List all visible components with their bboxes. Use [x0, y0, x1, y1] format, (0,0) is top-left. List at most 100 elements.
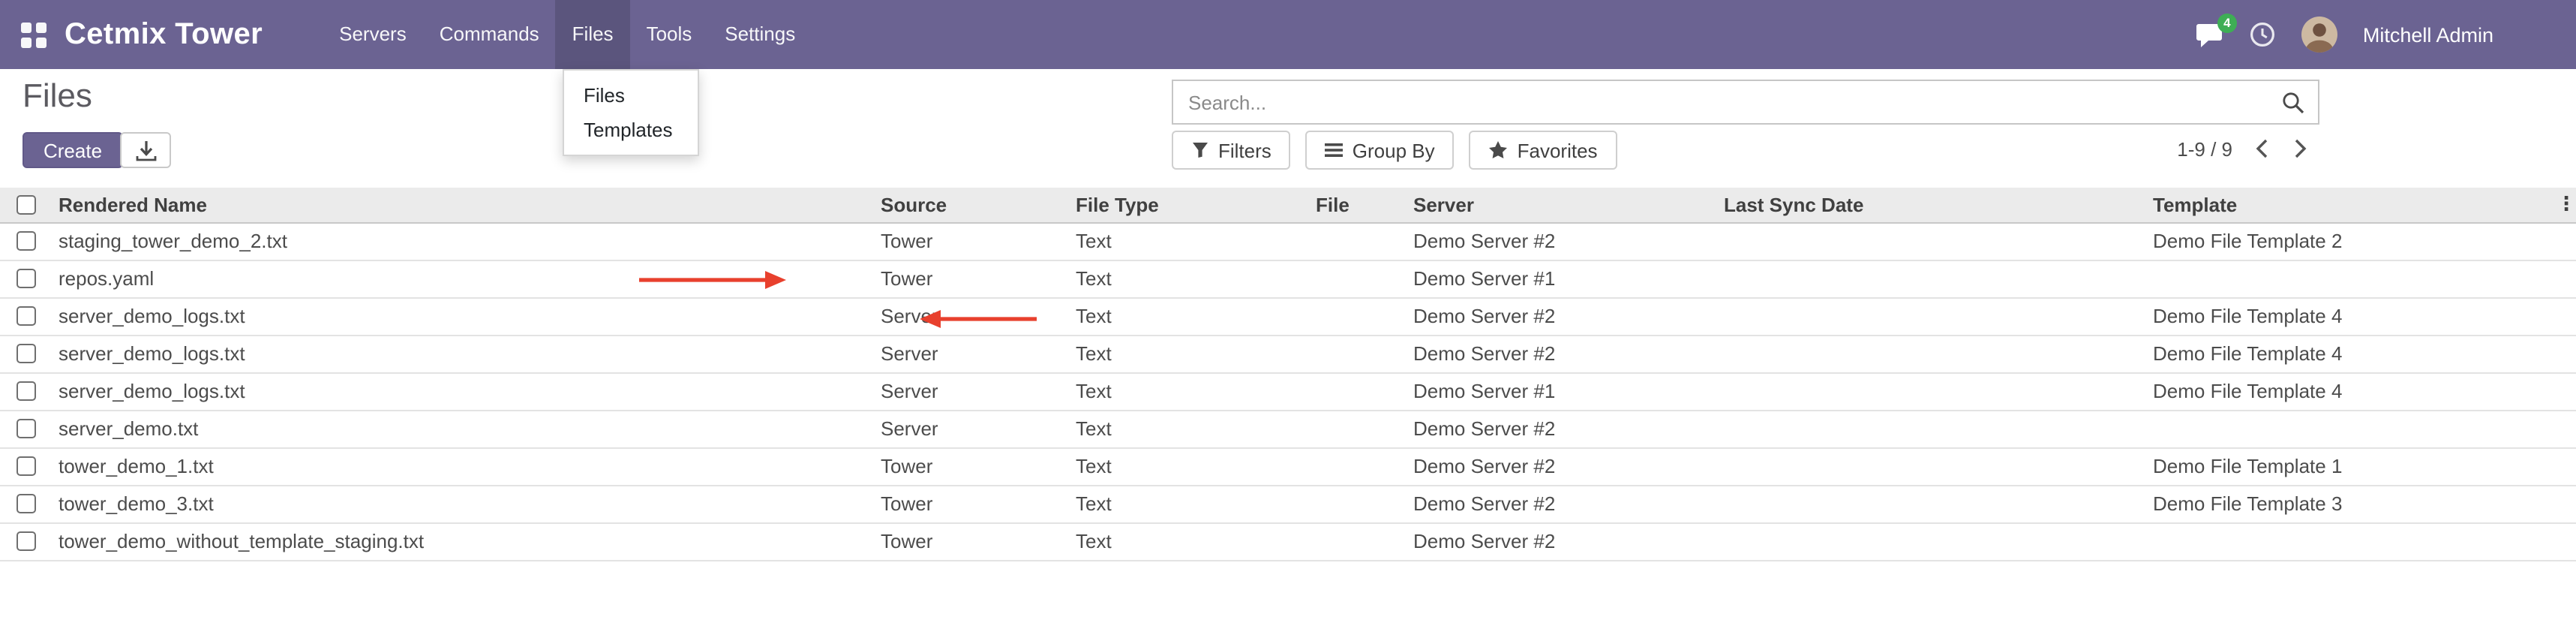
cell-rendered-name: tower_demo_1.txt	[53, 447, 875, 485]
col-header-last-sync[interactable]: Last Sync Date	[1718, 188, 2147, 222]
table-row[interactable]: server_demo_logs.txt Server Text Demo Se…	[0, 335, 2576, 372]
menu-item-files[interactable]: Files	[556, 0, 630, 69]
apps-grid-icon[interactable]	[21, 22, 47, 47]
main-menu: Servers Commands Files Tools Settings	[323, 0, 812, 69]
col-header-source[interactable]: Source	[875, 188, 1070, 222]
table-row[interactable]: staging_tower_demo_2.txt Tower Text Demo…	[0, 222, 2576, 260]
favorites-button[interactable]: Favorites	[1470, 131, 1617, 170]
cell-template: Demo File Template 4	[2147, 372, 2550, 410]
cell-source: Server	[875, 372, 1070, 410]
cell-spacer	[2550, 522, 2576, 560]
cell-template	[2147, 410, 2550, 447]
menu-item-tools[interactable]: Tools	[630, 0, 709, 69]
row-checkbox[interactable]	[17, 344, 36, 363]
files-table: Rendered Name Source File Type File Serv…	[0, 188, 2576, 561]
cell-rendered-name: tower_demo_3.txt	[53, 485, 875, 522]
col-header-server[interactable]: Server	[1407, 188, 1718, 222]
favorites-label: Favorites	[1518, 139, 1598, 161]
cell-last-sync	[1718, 522, 2147, 560]
row-checkbox[interactable]	[17, 269, 36, 288]
col-header-template[interactable]: Template	[2147, 188, 2550, 222]
col-header-file[interactable]: File	[1310, 188, 1407, 222]
funnel-icon	[1191, 141, 1209, 159]
menu-item-servers[interactable]: Servers	[323, 0, 423, 69]
optional-columns-toggle[interactable]: ⋮	[2556, 193, 2576, 215]
cell-template: Demo File Template 3	[2147, 485, 2550, 522]
cell-source: Tower	[875, 447, 1070, 485]
brand-title[interactable]: Cetmix Tower	[65, 17, 263, 52]
menu-item-settings[interactable]: Settings	[708, 0, 812, 69]
table-row[interactable]: server_demo_logs.txt Server Text Demo Se…	[0, 297, 2576, 335]
row-checkbox[interactable]	[17, 231, 36, 251]
select-all-cell	[0, 188, 53, 222]
cell-template	[2147, 260, 2550, 297]
cell-file-type: Text	[1070, 297, 1310, 335]
row-checkbox[interactable]	[17, 381, 36, 401]
cell-file	[1310, 297, 1407, 335]
row-checkbox[interactable]	[17, 419, 36, 438]
dropdown-item-templates[interactable]: Templates	[564, 113, 698, 147]
cell-spacer	[2550, 372, 2576, 410]
col-header-rendered-name[interactable]: Rendered Name	[53, 188, 875, 222]
cell-source: Tower	[875, 485, 1070, 522]
cell-last-sync	[1718, 485, 2147, 522]
pager-previous-button[interactable]	[2252, 135, 2271, 162]
dropdown-item-files[interactable]: Files	[564, 78, 698, 113]
select-all-checkbox[interactable]	[17, 195, 36, 215]
row-checkbox[interactable]	[17, 494, 36, 513]
menu-item-commands[interactable]: Commands	[423, 0, 556, 69]
download-button[interactable]	[120, 132, 171, 168]
cell-file-type: Text	[1070, 410, 1310, 447]
cell-template	[2147, 522, 2550, 560]
cell-file-type: Text	[1070, 260, 1310, 297]
cell-rendered-name: server_demo.txt	[53, 410, 875, 447]
cell-source: Tower	[875, 222, 1070, 260]
cell-spacer	[2550, 485, 2576, 522]
table-row[interactable]: server_demo.txt Server Text Demo Server …	[0, 410, 2576, 447]
row-checkbox[interactable]	[17, 531, 36, 551]
group-by-button[interactable]: Group By	[1306, 131, 1455, 170]
row-checkbox[interactable]	[17, 456, 36, 476]
messages-badge: 4	[2217, 13, 2237, 32]
messages-icon[interactable]: 4	[2195, 22, 2223, 47]
cell-spacer	[2550, 222, 2576, 260]
avatar[interactable]	[2301, 17, 2337, 53]
cell-file	[1310, 335, 1407, 372]
cell-spacer	[2550, 410, 2576, 447]
cell-file-type: Text	[1070, 485, 1310, 522]
cell-rendered-name: server_demo_logs.txt	[53, 297, 875, 335]
cell-server: Demo Server #2	[1407, 485, 1718, 522]
search-input[interactable]	[1173, 91, 2282, 113]
cell-spacer	[2550, 260, 2576, 297]
filters-button[interactable]: Filters	[1172, 131, 1291, 170]
app-root: Cetmix Tower Servers Commands Files Tool…	[0, 0, 2576, 626]
systray: 4 Mitchell Admin	[2195, 17, 2576, 53]
search-icon[interactable]	[2282, 91, 2318, 113]
cell-server: Demo Server #2	[1407, 297, 1718, 335]
cell-file-type: Text	[1070, 372, 1310, 410]
pager-next-button[interactable]	[2291, 135, 2310, 162]
cell-file	[1310, 485, 1407, 522]
row-checkbox[interactable]	[17, 306, 36, 326]
table-row[interactable]: tower_demo_3.txt Tower Text Demo Server …	[0, 485, 2576, 522]
create-button[interactable]: Create	[23, 132, 123, 168]
group-by-label: Group By	[1353, 139, 1435, 161]
cell-file-type: Text	[1070, 447, 1310, 485]
table-row[interactable]: tower_demo_without_template_staging.txt …	[0, 522, 2576, 560]
table-row[interactable]: tower_demo_1.txt Tower Text Demo Server …	[0, 447, 2576, 485]
cell-last-sync	[1718, 260, 2147, 297]
optional-columns-cell: ⋮	[2550, 188, 2576, 222]
cell-rendered-name: server_demo_logs.txt	[53, 335, 875, 372]
cell-checkbox	[0, 260, 53, 297]
col-header-file-type[interactable]: File Type	[1070, 188, 1310, 222]
activities-icon[interactable]	[2249, 21, 2276, 48]
group-by-icon	[1326, 141, 1344, 159]
cell-checkbox	[0, 297, 53, 335]
cell-last-sync	[1718, 372, 2147, 410]
cell-checkbox	[0, 522, 53, 560]
pager-range: 1-9 / 9	[2177, 137, 2232, 160]
table-row[interactable]: repos.yaml Tower Text Demo Server #1	[0, 260, 2576, 297]
cell-checkbox	[0, 372, 53, 410]
table-row[interactable]: server_demo_logs.txt Server Text Demo Se…	[0, 372, 2576, 410]
user-menu[interactable]: Mitchell Admin	[2363, 23, 2493, 46]
